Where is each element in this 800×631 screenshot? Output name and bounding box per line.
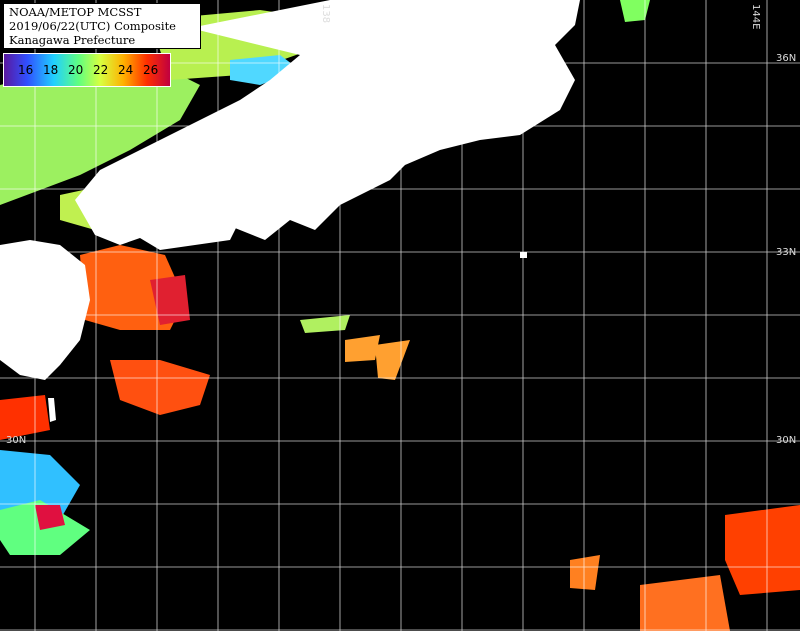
title-line-3: Kanagawa Prefecture xyxy=(9,33,136,47)
land-izu-island xyxy=(520,252,527,258)
sst-patch-top-right xyxy=(620,0,650,22)
land-tanegashima xyxy=(48,398,56,422)
lon-label-144e: 144E xyxy=(750,4,761,30)
lat-label-30n-right: 30N xyxy=(776,435,797,446)
sst-map: NOAA/METOP MCSST 2019/06/22(UTC) Composi… xyxy=(0,0,800,631)
sst-patch-tanegashima xyxy=(0,395,50,440)
legend-tick-18: 18 xyxy=(43,63,59,77)
map-canvas xyxy=(0,0,800,631)
sst-patch-mid-2 xyxy=(375,340,410,380)
title-line-2: 2019/06/22(UTC) Composite xyxy=(9,19,176,33)
sst-patch-southeast-far xyxy=(640,575,730,631)
sst-patch-mid-3 xyxy=(300,315,350,333)
lat-label-33n: 33N xyxy=(776,247,797,258)
title-box: NOAA/METOP MCSST 2019/06/22(UTC) Composi… xyxy=(3,3,201,49)
temperature-legend: 16 18 20 22 24 26 xyxy=(3,53,171,87)
legend-tick-20: 20 xyxy=(68,63,84,77)
land-kyushu xyxy=(0,240,90,380)
legend-tick-16: 16 xyxy=(18,63,34,77)
legend-tick-24: 24 xyxy=(118,63,134,77)
sst-patch-southeast xyxy=(725,505,800,595)
lat-label-30n-left: 30N xyxy=(6,435,27,446)
lat-label-36n: 36N xyxy=(776,53,797,64)
legend-tick-22: 22 xyxy=(93,63,109,77)
sst-patch-south-kyushu xyxy=(110,360,210,415)
sst-patch-mid-4 xyxy=(570,555,600,590)
title-line-1: NOAA/METOP MCSST xyxy=(9,5,142,19)
lon-label-138: 138 xyxy=(320,4,331,24)
legend-tick-26: 26 xyxy=(143,63,159,77)
sst-patch-mid-1 xyxy=(345,335,380,362)
land-shikoku xyxy=(140,195,245,250)
